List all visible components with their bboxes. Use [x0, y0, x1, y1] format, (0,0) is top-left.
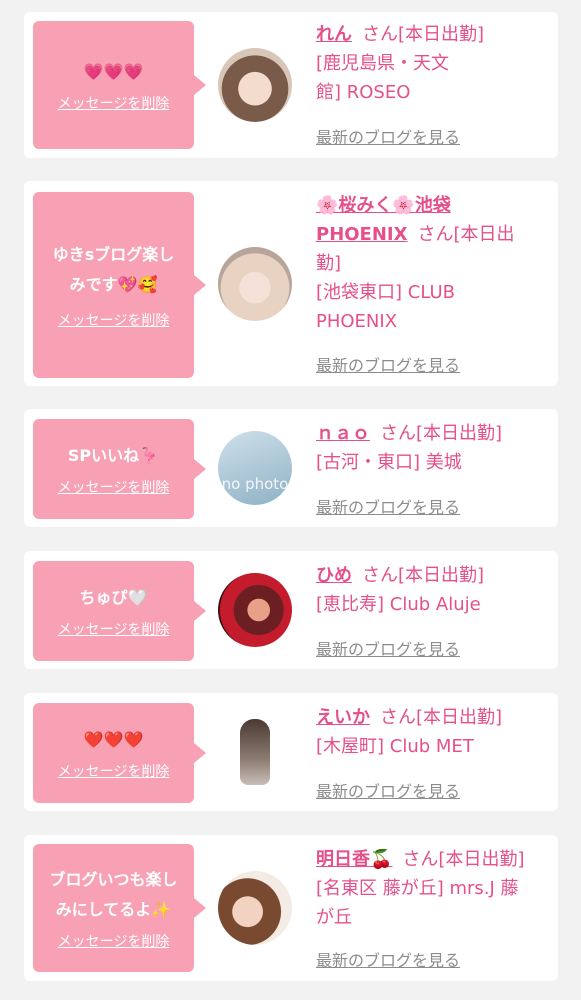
message-text: ちゅぴ🤍 [79, 588, 148, 607]
message-card: ブログいつも楽し みにしてるよ✨ メッセージを削除 明日香🍒 さん[本日出勤] [… [24, 835, 558, 981]
avatar[interactable] [218, 715, 292, 789]
message-text: ブログいつも楽し [49, 870, 178, 889]
message-text: ゆきsブログ楽し [52, 245, 175, 264]
message-card: ❤️❤️❤️ メッセージを削除 えいか さん[本日出勤] [木屋町] Club M… [24, 693, 558, 811]
cast-info: えいか さん[本日出勤] [木屋町] Club MET [316, 703, 548, 761]
avatar[interactable] [218, 247, 292, 321]
status-text: さん[本日出 [417, 224, 515, 245]
message-list: 💗💗💗 メッセージを削除 れん さん[本日出勤] [鹿児島県・天文 館] ROSE… [0, 0, 581, 1000]
latest-blog-link[interactable]: 最新のブログを見る [316, 947, 460, 971]
message-text: ❤️❤️❤️ [83, 730, 144, 749]
status-text: さん[本日出勤] [362, 565, 485, 586]
shop-text: が丘 [316, 907, 352, 928]
message-card: ちゅぴ🤍 メッセージを削除 ひめ さん[本日出勤] [恵比寿] Club Aluj… [24, 551, 558, 669]
avatar[interactable] [218, 871, 292, 945]
shop-text: [池袋東口] CLUB [316, 282, 455, 303]
no-photo-text: no photo [221, 475, 289, 493]
message-bubble: ❤️❤️❤️ メッセージを削除 [33, 703, 206, 803]
message-text: みにしてるよ✨ [55, 900, 172, 919]
message-card: SPいいね🦩 メッセージを削除 no photo ｎａｏ さん[本日出勤] [古河… [24, 409, 558, 527]
cast-name-link[interactable]: えいか [316, 707, 370, 728]
latest-blog-link[interactable]: 最新のブログを見る [316, 778, 460, 802]
cast-info: 明日香🍒 さん[本日出勤] [名東区 藤が丘] mrs.J 藤 が丘 [316, 845, 548, 932]
avatar[interactable] [218, 48, 292, 122]
message-bubble: ゆきsブログ楽し みです💖🥰 メッセージを削除 [33, 192, 206, 378]
message-text: 💗💗💗 [83, 62, 144, 81]
delete-message-link[interactable]: メッセージを削除 [58, 619, 170, 639]
delete-message-link[interactable]: メッセージを削除 [58, 761, 170, 781]
cast-name-link[interactable]: ひめ [316, 565, 352, 586]
shop-text: 館] ROSEO [316, 82, 411, 103]
message-bubble: ブログいつも楽し みにしてるよ✨ メッセージを削除 [33, 844, 206, 972]
shop-text: PHOENIX [316, 311, 398, 332]
message-card: ゆきsブログ楽し みです💖🥰 メッセージを削除 🌸桜みく🌸池袋 PHOENIX さ… [24, 181, 558, 386]
latest-blog-link[interactable]: 最新のブログを見る [316, 494, 460, 518]
cast-info: ひめ さん[本日出勤] [恵比寿] Club Aluje [316, 561, 548, 619]
cast-name-link[interactable]: 🌸桜みく🌸池袋 [316, 191, 548, 220]
cast-name-link[interactable]: ｎａｏ [316, 423, 370, 444]
avatar[interactable]: no photo [218, 431, 292, 505]
cast-name-link[interactable]: れん [316, 24, 352, 45]
shop-text: [名東区 藤が丘] mrs.J 藤 [316, 878, 519, 899]
delete-message-link[interactable]: メッセージを削除 [58, 93, 170, 113]
shop-text: [恵比寿] Club Aluje [316, 594, 481, 615]
delete-message-link[interactable]: メッセージを削除 [58, 931, 170, 951]
status-text: さん[本日出勤] [362, 24, 485, 45]
shop-text: [鹿児島県・天文 [316, 53, 450, 74]
shop-text: [古河・東口] 美城 [316, 452, 462, 473]
message-bubble: SPいいね🦩 メッセージを削除 [33, 419, 206, 519]
cast-info: 🌸桜みく🌸池袋 PHOENIX さん[本日出 勤] [池袋東口] CLUB PHO… [316, 191, 548, 336]
cast-info: れん さん[本日出勤] [鹿児島県・天文 館] ROSEO [316, 20, 548, 107]
delete-message-link[interactable]: メッセージを削除 [58, 310, 170, 330]
shop-text: [木屋町] Club MET [316, 736, 474, 757]
delete-message-link[interactable]: メッセージを削除 [58, 477, 170, 497]
status-text: 勤] [316, 253, 342, 274]
avatar[interactable] [218, 573, 292, 647]
status-text: さん[本日出勤] [380, 707, 503, 728]
cast-name-link[interactable]: 明日香🍒 [316, 849, 392, 870]
status-text: さん[本日出勤] [380, 423, 503, 444]
latest-blog-link[interactable]: 最新のブログを見る [316, 124, 460, 148]
latest-blog-link[interactable]: 最新のブログを見る [316, 352, 460, 376]
cast-name-link[interactable]: PHOENIX [316, 224, 408, 245]
cast-info: ｎａｏ さん[本日出勤] [古河・東口] 美城 [316, 419, 548, 477]
message-bubble: 💗💗💗 メッセージを削除 [33, 21, 206, 149]
message-text: みです💖🥰 [69, 275, 158, 294]
status-text: さん[本日出勤] [402, 849, 525, 870]
latest-blog-link[interactable]: 最新のブログを見る [316, 636, 460, 660]
message-text: SPいいね🦩 [67, 446, 160, 465]
message-bubble: ちゅぴ🤍 メッセージを削除 [33, 561, 206, 661]
message-card: 💗💗💗 メッセージを削除 れん さん[本日出勤] [鹿児島県・天文 館] ROSE… [24, 12, 558, 158]
